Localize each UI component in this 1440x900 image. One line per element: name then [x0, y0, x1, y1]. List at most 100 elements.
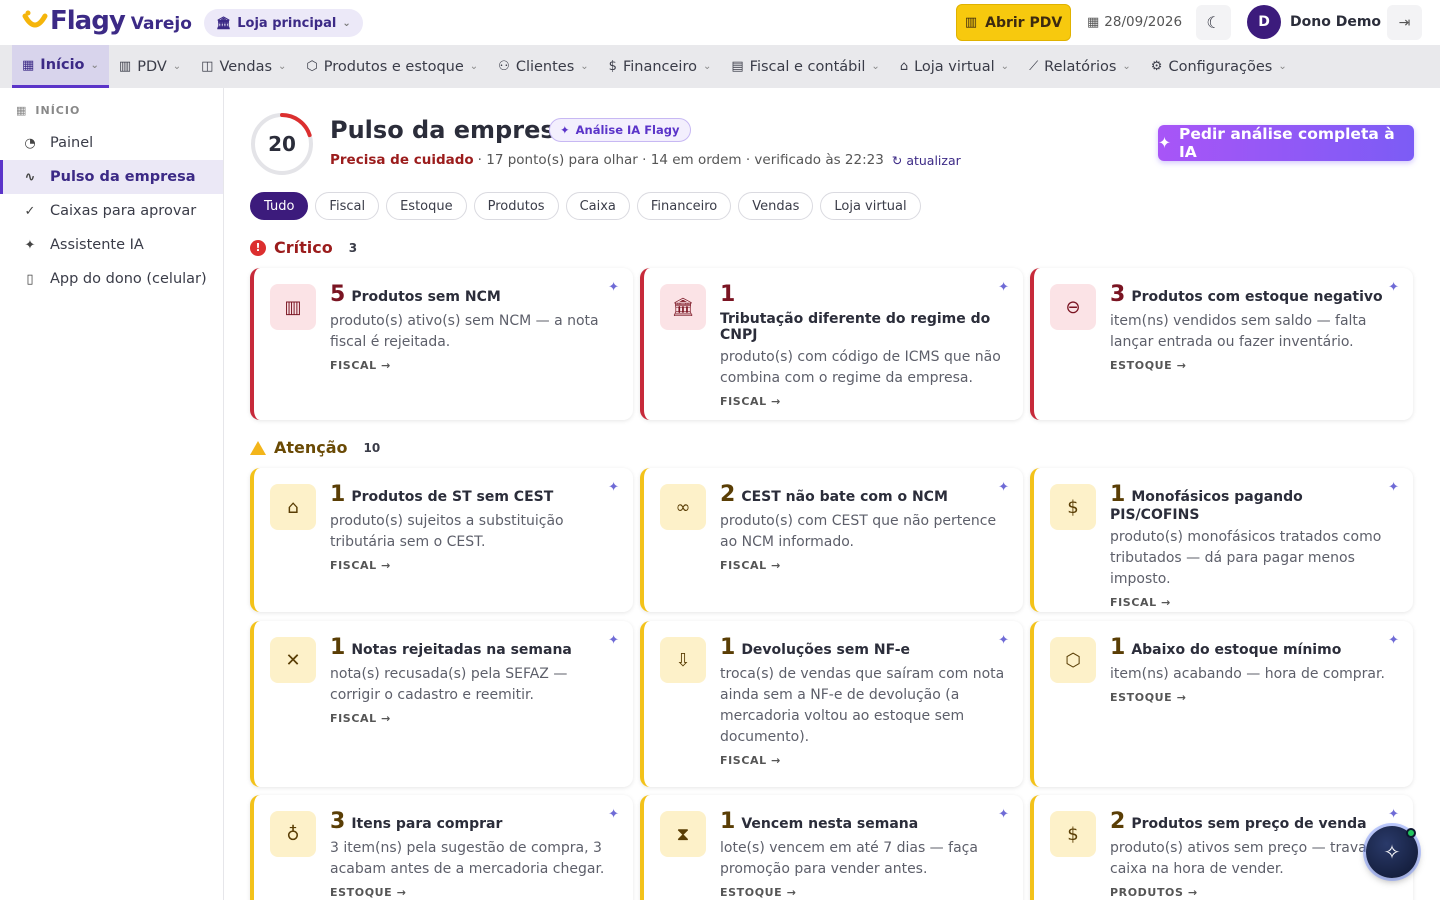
issue-card[interactable]: $ ✦ 2 Produtos sem preço de venda produto…: [1030, 795, 1413, 900]
card-title: Produtos de ST sem CEST: [351, 489, 554, 505]
request-ai-analysis-button[interactable]: ✦ Pedir análise completa à IA: [1158, 125, 1414, 161]
status-summary: · 17 ponto(s) para olhar · 14 em ordem ·…: [477, 152, 884, 168]
card-title: Tributação diferente do regime do CNPJ: [720, 311, 991, 343]
gear-icon: ⚙: [1150, 59, 1163, 74]
card-link[interactable]: FISCAL →: [330, 559, 615, 572]
barcode-icon: ▥: [270, 284, 316, 330]
nav-relatorios[interactable]: ⟋ Relatórios ⌄: [1019, 45, 1141, 88]
filter-chip-loja-virtual[interactable]: Loja virtual: [820, 192, 921, 220]
card-link[interactable]: FISCAL →: [720, 559, 1005, 572]
issue-card[interactable]: $ ✦ 1 Monofásicos pagando PIS/COFINS prod…: [1030, 468, 1413, 612]
issue-card[interactable]: ∞ ✦ 2 CEST não bate com o NCM produto(s) …: [640, 468, 1023, 612]
avatar[interactable]: D: [1247, 5, 1281, 39]
filter-chip-caixa[interactable]: Caixa: [565, 192, 630, 220]
file-x-icon: ✕: [270, 637, 316, 683]
ai-assistant-fab[interactable]: ✧: [1366, 826, 1418, 878]
nav-financeiro[interactable]: $ Financeiro ⌄: [599, 45, 722, 88]
card-count: 1: [330, 482, 346, 507]
issue-card[interactable]: ⬡ ✦ 1 Abaixo do estoque mínimo item(ns) a…: [1030, 621, 1413, 787]
nav-loja-virtual[interactable]: ⌂ Loja virtual ⌄: [890, 45, 1019, 88]
app-logo[interactable]: Flagy Varejo: [22, 6, 192, 36]
dollar-icon: $: [1050, 811, 1096, 857]
package-icon: ⬡: [1050, 637, 1096, 683]
theme-toggle-button[interactable]: ☾: [1196, 5, 1231, 40]
sidebar-item-app-dono[interactable]: ▯ App do dono (celular): [0, 262, 223, 296]
sidebar-item-label: Pulso da empresa: [50, 169, 196, 185]
sparkles-icon: ✦: [1158, 134, 1171, 152]
card-count: 1: [330, 635, 346, 660]
nav-pdv[interactable]: ▥ PDV ⌄: [109, 45, 191, 88]
section-count: 10: [363, 440, 381, 455]
filter-chip-vendas[interactable]: Vendas: [738, 192, 814, 220]
card-title: Produtos sem NCM: [351, 289, 501, 305]
filter-chip-tudo[interactable]: Tudo: [250, 192, 309, 220]
status-badge: Precisa de cuidado: [330, 152, 474, 168]
store-label: Loja principal: [237, 15, 337, 31]
ai-badge: ✦ Análise IA Flagy: [549, 118, 691, 142]
card-link[interactable]: FISCAL →: [330, 359, 615, 372]
refresh-link[interactable]: ↻ atualizar: [892, 153, 961, 168]
filter-chip-produtos[interactable]: Produtos: [473, 192, 559, 220]
card-link[interactable]: FISCAL →: [720, 395, 1005, 408]
store-icon: 🏛: [216, 16, 232, 30]
nav-clientes[interactable]: ⚇ Clientes ⌄: [488, 45, 599, 88]
nav-fiscal[interactable]: ▤ Fiscal e contábil ⌄: [721, 45, 889, 88]
alert-circle-icon: !: [250, 239, 266, 256]
card-link[interactable]: ESTOQUE →: [1110, 691, 1395, 704]
nav-inicio[interactable]: ▦ Início ⌄: [12, 45, 109, 88]
link-icon: ∞: [660, 484, 706, 530]
sidebar-item-assistente[interactable]: ✦ Assistente IA: [0, 228, 223, 262]
issue-card[interactable]: ⌂ ✦ 1 Produtos de ST sem CEST produto(s) …: [250, 468, 633, 612]
card-title: Produtos sem preço de venda: [1131, 816, 1367, 832]
card-title: Abaixo do estoque mínimo: [1131, 642, 1342, 658]
hourglass-icon: ⧗: [660, 811, 706, 857]
chevron-down-icon: ⌄: [1278, 61, 1287, 72]
sidebar-item-pulso[interactable]: ∿ Pulso da empresa: [0, 160, 223, 194]
card-title: Notas rejeitadas na semana: [351, 642, 572, 658]
warning-icon: [250, 440, 266, 455]
gauge-icon: ◔: [24, 135, 36, 151]
issue-card[interactable]: ♁ ✦ 3 Itens para comprar 3 item(ns) pela …: [250, 795, 633, 900]
main-content: 20 Pulso da empresa ✦ Análise IA Flagy P…: [224, 88, 1440, 900]
money-icon: $: [608, 59, 617, 74]
chevron-down-icon: ⌄: [580, 61, 589, 72]
issue-card[interactable]: ⧗ ✦ 1 Vencem nesta semana lote(s) vencem …: [640, 795, 1023, 900]
issue-card[interactable]: ✕ ✦ 1 Notas rejeitadas na semana nota(s) …: [250, 621, 633, 787]
filter-chip-financeiro[interactable]: Financeiro: [636, 192, 732, 220]
nav-produtos[interactable]: ⬡ Produtos e estoque ⌄: [296, 45, 488, 88]
tag-icon: ⌂: [270, 484, 316, 530]
issue-card[interactable]: 🏛 ✦ 1 Tributação diferente do regime do …: [640, 268, 1023, 420]
nav-vendas[interactable]: ◫ Vendas ⌄: [191, 45, 296, 88]
open-pdv-button[interactable]: ▥ Abrir PDV: [956, 4, 1071, 41]
logout-button[interactable]: ⇥: [1387, 5, 1422, 40]
card-link[interactable]: ESTOQUE →: [1110, 359, 1395, 372]
user-name[interactable]: Dono Demo: [1290, 14, 1381, 30]
section-label: Atenção: [274, 438, 348, 457]
card-link[interactable]: ESTOQUE →: [720, 886, 1005, 899]
card-link[interactable]: ESTOQUE →: [330, 886, 615, 899]
filter-chip-estoque[interactable]: Estoque: [386, 192, 467, 220]
chart-icon: ⟋: [1029, 59, 1039, 74]
sidebar-item-caixas[interactable]: ✓ Caixas para aprovar: [0, 194, 223, 228]
file-down-icon: ⇩: [660, 637, 706, 683]
date-display: ▦ 28/09/2026: [1087, 14, 1182, 30]
sidebar-item-painel[interactable]: ◔ Painel: [0, 126, 223, 160]
card-link[interactable]: FISCAL →: [1110, 596, 1395, 609]
check-circle-icon: ✓: [24, 203, 36, 219]
grid-icon: ▦: [22, 57, 35, 73]
open-pdv-label: Abrir PDV: [985, 14, 1063, 31]
nav-label: Relatórios: [1044, 58, 1117, 75]
chevron-down-icon: ⌄: [871, 61, 880, 72]
issue-card[interactable]: ⊖ ✦ 3 Produtos com estoque negativo item(…: [1030, 268, 1413, 420]
nav-configuracoes[interactable]: ⚙ Configurações ⌄: [1141, 45, 1297, 88]
filter-chip-fiscal[interactable]: Fiscal: [315, 192, 380, 220]
bag-icon: ◫: [201, 59, 214, 74]
card-link[interactable]: FISCAL →: [720, 754, 1005, 767]
chevron-down-icon: ⌄: [1000, 61, 1010, 72]
issue-card[interactable]: ▥ ✦ 5 Produtos sem NCM produto(s) ativo(s…: [250, 268, 633, 420]
card-link[interactable]: PRODUTOS →: [1110, 886, 1395, 899]
issue-card[interactable]: ⇩ ✦ 1 Devoluções sem NF-e troca(s) de ven…: [640, 621, 1023, 787]
online-indicator: [1406, 828, 1416, 838]
card-link[interactable]: FISCAL →: [330, 712, 615, 725]
store-selector[interactable]: 🏛 Loja principal ⌄: [204, 9, 363, 37]
